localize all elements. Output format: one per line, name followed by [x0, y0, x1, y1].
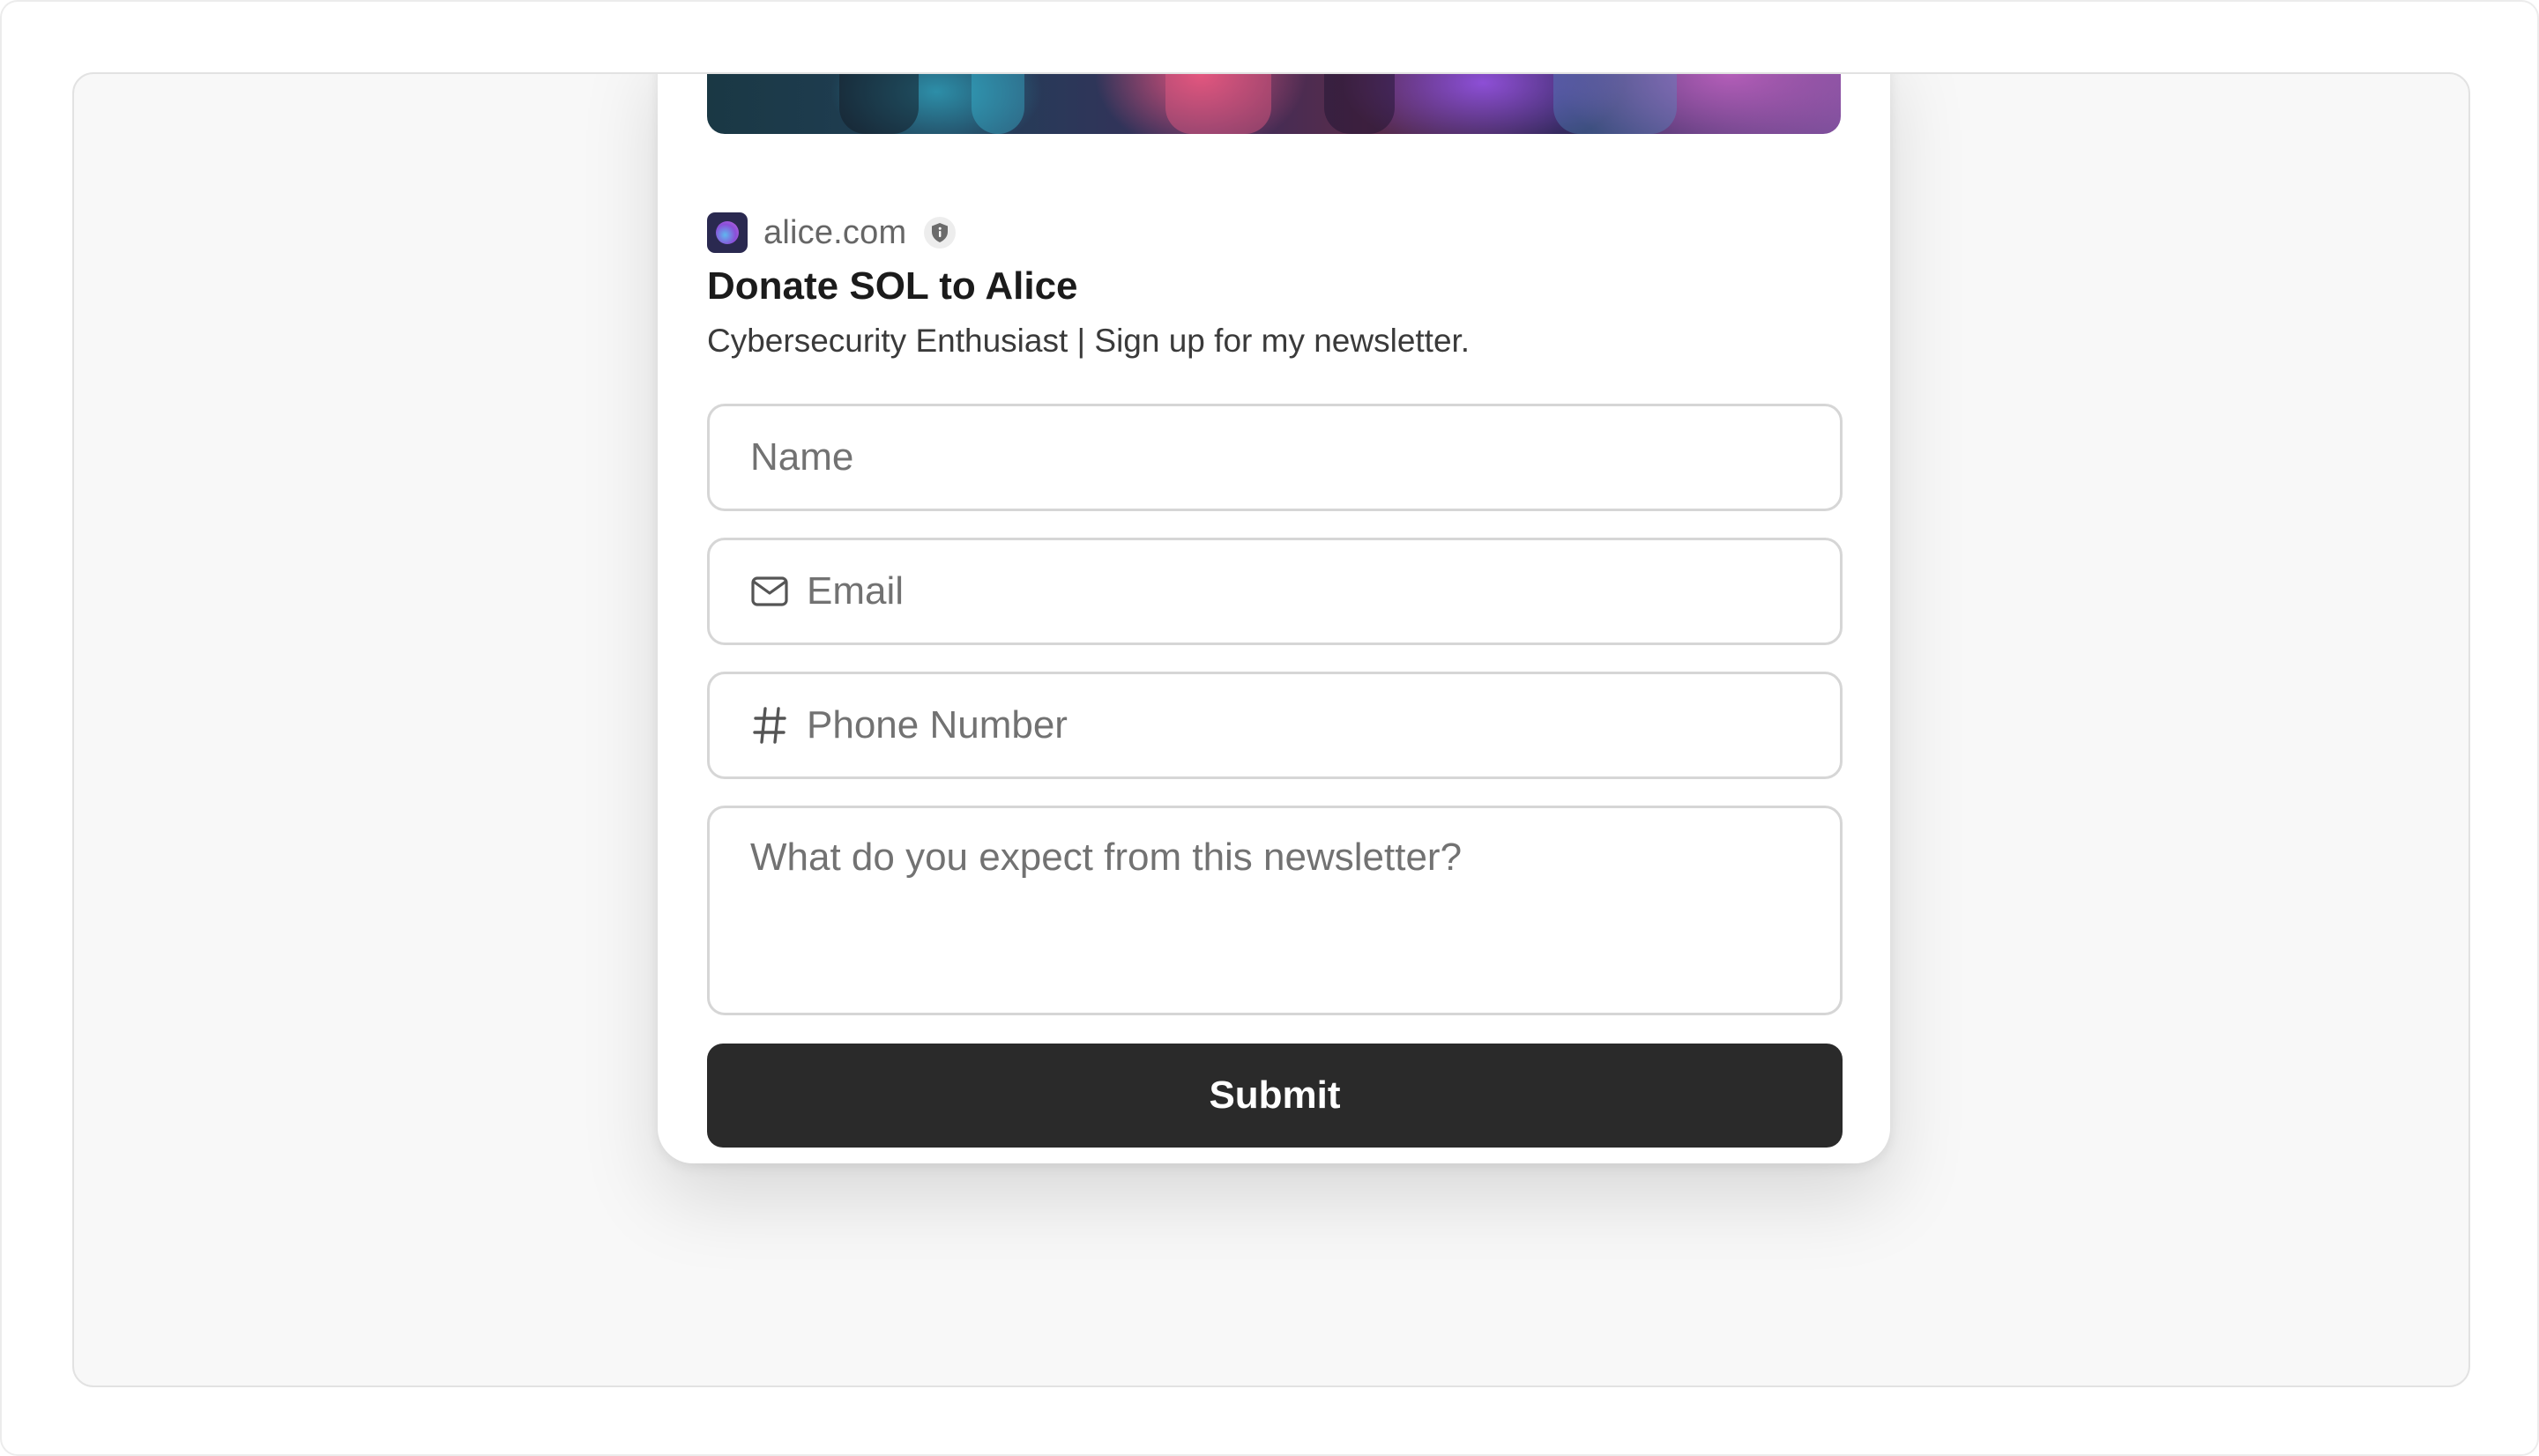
mail-icon [750, 572, 789, 611]
blink-card: alice.com Donate SOL to Alice Cybersecur… [658, 74, 1890, 1163]
shield-icon[interactable] [924, 217, 957, 249]
email-input[interactable] [807, 540, 1840, 643]
submit-button[interactable]: Submit [707, 1044, 1843, 1148]
site-logo-icon [707, 212, 748, 253]
name-field[interactable] [707, 404, 1843, 511]
hash-icon [750, 706, 789, 745]
card-title: Donate SOL to Alice [707, 264, 1078, 308]
phone-input[interactable] [807, 674, 1840, 776]
phone-field[interactable] [707, 672, 1843, 779]
message-textarea[interactable] [750, 835, 1840, 993]
email-field[interactable] [707, 538, 1843, 645]
card-subtitle: Cybersecurity Enthusiast | Sign up for m… [707, 323, 1471, 359]
banner-image [707, 74, 1841, 134]
preview-stage: alice.com Donate SOL to Alice Cybersecur… [72, 72, 2470, 1387]
site-row: alice.com [707, 212, 957, 254]
message-field[interactable] [707, 806, 1843, 1015]
name-input[interactable] [750, 406, 1840, 509]
site-domain[interactable]: alice.com [763, 214, 906, 252]
page-frame: alice.com Donate SOL to Alice Cybersecur… [0, 0, 2539, 1456]
